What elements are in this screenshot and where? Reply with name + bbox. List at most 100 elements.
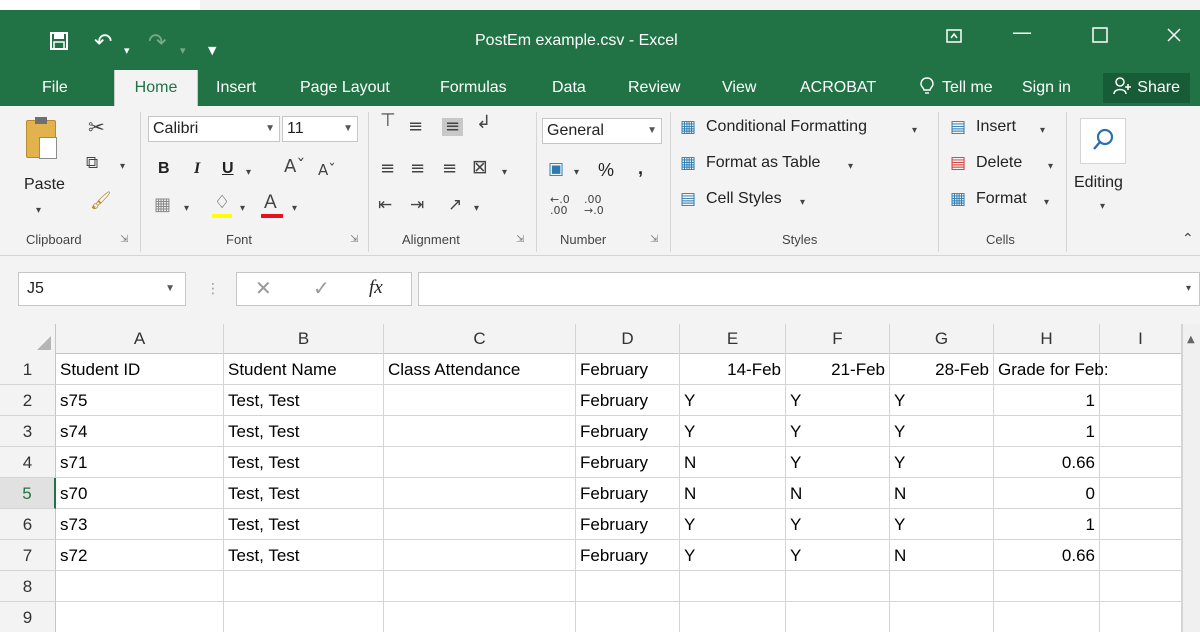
format-cells-dropdown-icon[interactable]: ▾ bbox=[1044, 194, 1049, 212]
collapse-ribbon-icon[interactable]: ⌃ bbox=[1182, 230, 1194, 248]
select-all-button[interactable] bbox=[0, 324, 56, 354]
cell-c2[interactable] bbox=[384, 385, 576, 416]
column-header-d[interactable]: D bbox=[576, 324, 680, 354]
cell-g7[interactable]: N bbox=[890, 540, 994, 571]
paste-icon[interactable] bbox=[26, 117, 57, 159]
editing-search-icon[interactable] bbox=[1080, 118, 1126, 164]
decrease-font-size-icon[interactable]: Aˇ bbox=[318, 161, 336, 179]
column-header-f[interactable]: F bbox=[786, 324, 890, 354]
paste-button[interactable]: Paste bbox=[24, 176, 65, 194]
cell-g8[interactable] bbox=[890, 571, 994, 602]
cell-c8[interactable] bbox=[384, 571, 576, 602]
cell-g4[interactable]: Y bbox=[890, 447, 994, 478]
cell-h2[interactable]: 1 bbox=[994, 385, 1100, 416]
maximize-icon[interactable] bbox=[1092, 26, 1108, 46]
align-right-icon[interactable]: ≡ bbox=[442, 160, 457, 178]
expand-formula-bar-icon[interactable]: ▾ bbox=[1186, 280, 1191, 298]
clipboard-launcher-icon[interactable]: ⇲ bbox=[120, 234, 128, 245]
column-header-a[interactable]: A bbox=[56, 324, 224, 354]
cell-f9[interactable] bbox=[786, 602, 890, 632]
cell-i2[interactable] bbox=[1100, 385, 1182, 416]
cell-c1[interactable]: Class Attendance bbox=[384, 354, 576, 385]
cell-c3[interactable] bbox=[384, 416, 576, 447]
cell-h1[interactable]: Grade for Feb: bbox=[994, 354, 1109, 385]
cell-e2[interactable]: Y bbox=[680, 385, 786, 416]
cell-h9[interactable] bbox=[994, 602, 1100, 632]
format-cells-icon[interactable]: ▦ bbox=[950, 190, 966, 208]
decrease-indent-icon[interactable]: ⇤ bbox=[378, 196, 392, 214]
save-icon[interactable] bbox=[50, 32, 68, 55]
delete-cells-dropdown-icon[interactable]: ▾ bbox=[1048, 158, 1053, 176]
fill-color-dropdown-icon[interactable]: ▾ bbox=[240, 200, 245, 218]
underline-dropdown-icon[interactable]: ▾ bbox=[246, 164, 251, 182]
undo-icon[interactable]: ↶ bbox=[94, 32, 112, 54]
cell-a7[interactable]: s72 bbox=[56, 540, 224, 571]
cell-b6[interactable]: Test, Test bbox=[224, 509, 384, 540]
cell-d3[interactable]: February bbox=[576, 416, 680, 447]
row-header-8[interactable]: 8 bbox=[0, 571, 56, 602]
conditional-formatting-icon[interactable]: ▦ bbox=[680, 118, 696, 136]
row-header-7[interactable]: 7 bbox=[0, 540, 56, 571]
cell-a8[interactable] bbox=[56, 571, 224, 602]
row-header-2[interactable]: 2 bbox=[0, 385, 56, 416]
align-center-icon[interactable]: ≡ bbox=[410, 160, 425, 178]
tab-view[interactable]: View bbox=[722, 70, 756, 106]
cell-e1[interactable]: 14-Feb bbox=[680, 354, 786, 385]
italic-button[interactable]: I bbox=[194, 160, 200, 178]
name-box[interactable]: J5 ▼ bbox=[18, 272, 186, 306]
format-as-table-dropdown-icon[interactable]: ▾ bbox=[848, 158, 853, 176]
cell-c4[interactable] bbox=[384, 447, 576, 478]
accounting-format-icon[interactable]: ▣ bbox=[548, 160, 564, 178]
tab-data[interactable]: Data bbox=[552, 70, 586, 106]
bold-button[interactable]: B bbox=[158, 160, 170, 178]
cell-b5[interactable]: Test, Test bbox=[224, 478, 384, 509]
tab-formulas[interactable]: Formulas bbox=[440, 70, 507, 106]
cell-a4[interactable]: s71 bbox=[56, 447, 224, 478]
cancel-icon[interactable]: ✕ bbox=[255, 278, 272, 298]
cell-f8[interactable] bbox=[786, 571, 890, 602]
merge-center-icon[interactable]: ⊠ bbox=[472, 158, 488, 177]
cell-g9[interactable] bbox=[890, 602, 994, 632]
comma-style-button[interactable]: , bbox=[638, 158, 643, 179]
cell-a9[interactable] bbox=[56, 602, 224, 632]
align-left-icon[interactable]: ≡ bbox=[380, 160, 395, 178]
cell-h8[interactable] bbox=[994, 571, 1100, 602]
insert-cells-icon[interactable]: ▤ bbox=[950, 118, 966, 136]
cell-e3[interactable]: Y bbox=[680, 416, 786, 447]
cell-i6[interactable] bbox=[1100, 509, 1182, 540]
cell-d7[interactable]: February bbox=[576, 540, 680, 571]
cell-i9[interactable] bbox=[1100, 602, 1182, 632]
redo-icon[interactable]: ↷ bbox=[148, 32, 166, 54]
cell-e5[interactable]: N bbox=[680, 478, 786, 509]
copy-dropdown-icon[interactable]: ▾ bbox=[120, 158, 125, 176]
cell-h5[interactable]: 0 bbox=[994, 478, 1100, 509]
cell-f7[interactable]: Y bbox=[786, 540, 890, 571]
cell-c5[interactable] bbox=[384, 478, 576, 509]
cell-h3[interactable]: 1 bbox=[994, 416, 1100, 447]
borders-dropdown-icon[interactable]: ▾ bbox=[184, 200, 189, 218]
row-header-6[interactable]: 6 bbox=[0, 509, 56, 540]
row-header-1[interactable]: 1 bbox=[0, 354, 56, 385]
underline-button[interactable]: U bbox=[222, 160, 234, 178]
cell-e7[interactable]: Y bbox=[680, 540, 786, 571]
cell-g3[interactable]: Y bbox=[890, 416, 994, 447]
cell-d9[interactable] bbox=[576, 602, 680, 632]
top-align-icon[interactable]: ⊤ bbox=[380, 112, 396, 130]
format-cells-button[interactable]: Format bbox=[976, 190, 1027, 208]
cell-f2[interactable]: Y bbox=[786, 385, 890, 416]
cell-c6[interactable] bbox=[384, 509, 576, 540]
cell-styles-icon[interactable]: ▤ bbox=[680, 190, 696, 208]
cell-h6[interactable]: 1 bbox=[994, 509, 1100, 540]
increase-decimal-icon[interactable]: ←.0.00 bbox=[550, 194, 570, 216]
column-header-i[interactable]: I bbox=[1100, 324, 1182, 354]
row-header-4[interactable]: 4 bbox=[0, 447, 56, 478]
cell-i3[interactable] bbox=[1100, 416, 1182, 447]
redo-dropdown-icon[interactable]: ▾ bbox=[180, 40, 186, 62]
cell-e9[interactable] bbox=[680, 602, 786, 632]
lightbulb-icon[interactable] bbox=[920, 70, 934, 106]
cell-i7[interactable] bbox=[1100, 540, 1182, 571]
cell-d8[interactable] bbox=[576, 571, 680, 602]
customize-toolbar-icon[interactable]: ▼ bbox=[208, 40, 216, 62]
column-header-e[interactable]: E bbox=[680, 324, 786, 354]
cell-c7[interactable] bbox=[384, 540, 576, 571]
